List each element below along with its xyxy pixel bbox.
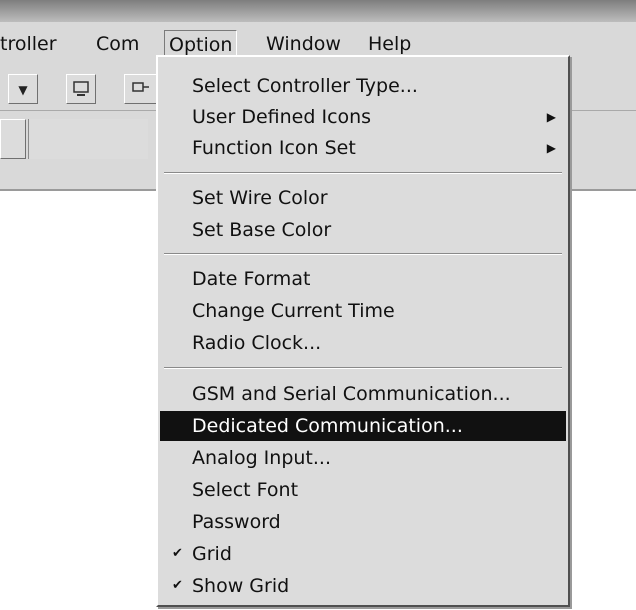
menu-item-label: Dedicated Communication... [192,415,463,437]
menu-item-label: Change Current Time [192,300,395,322]
menu-item-password[interactable]: Password [160,507,566,537]
menu-help[interactable]: Help [364,30,415,58]
menu-item-label: Select Font [192,479,299,501]
menu-item-label: Function Icon Set [192,137,356,159]
menu-item-label: Password [192,511,281,533]
toolbar-divider [28,119,148,159]
menu-item-select-font[interactable]: Select Font [160,475,566,505]
menu-item-label: User Defined Icons [192,106,372,128]
menu-item-change-current-time[interactable]: Change Current Time [160,296,566,326]
menu-separator [164,367,562,369]
computer-icon [73,81,89,96]
submenu-arrow-icon: ▶ [546,141,556,155]
menu-com[interactable]: Com [92,30,143,58]
menu-item-function-icon-set[interactable]: Function Icon Set ▶ [160,133,566,163]
menu-separator [164,253,562,255]
menu-item-dedicated-communication[interactable]: Dedicated Communication... [160,411,566,441]
menu-item-analog-input[interactable]: Analog Input... [160,443,566,473]
toolbar-button-2[interactable] [124,74,158,104]
menu-controller[interactable]: troller [0,30,61,58]
menu-item-label: Set Base Color [192,219,332,241]
menu-item-user-defined-icons[interactable]: User Defined Icons ▶ [160,102,566,132]
menu-item-label: Show Grid [192,575,290,597]
option-menu-dropdown: Select Controller Type... User Defined I… [156,55,570,607]
menu-item-set-base-color[interactable]: Set Base Color [160,215,566,245]
menu-item-radio-clock[interactable]: Radio Clock... [160,328,566,358]
check-icon: ✔ [172,578,183,593]
dropdown-button[interactable]: ▼ [8,74,38,104]
menu-item-select-controller-type[interactable]: Select Controller Type... [160,71,566,101]
menu-item-grid[interactable]: ✔ Grid [160,539,566,569]
submenu-arrow-icon: ▶ [546,110,556,124]
menu-item-gsm-serial-communication[interactable]: GSM and Serial Communication... [160,379,566,409]
menu-item-set-wire-color[interactable]: Set Wire Color [160,183,566,213]
menu-item-label: Analog Input... [192,447,332,469]
menu-window[interactable]: Window [262,30,345,58]
menu-item-label: Date Format [192,268,311,290]
menu-item-label: Select Controller Type... [192,75,418,97]
menu-item-label: Grid [192,543,232,565]
menu-item-label: GSM and Serial Communication... [192,383,511,405]
chevron-down-icon: ▼ [18,83,28,97]
menu-item-date-format[interactable]: Date Format [160,264,566,294]
menu-item-label: Set Wire Color [192,187,328,209]
check-icon: ✔ [172,546,183,561]
application-window: troller Com Option Window Help ▼ Select … [0,0,636,610]
title-bar [0,0,636,22]
menu-item-label: Radio Clock... [192,332,322,354]
menu-item-show-grid[interactable]: ✔ Show Grid [160,571,566,601]
transfer-icon [132,82,149,92]
menu-separator [164,172,562,174]
toolbar-button-1[interactable] [66,74,96,104]
toolbar-panel [0,119,26,159]
